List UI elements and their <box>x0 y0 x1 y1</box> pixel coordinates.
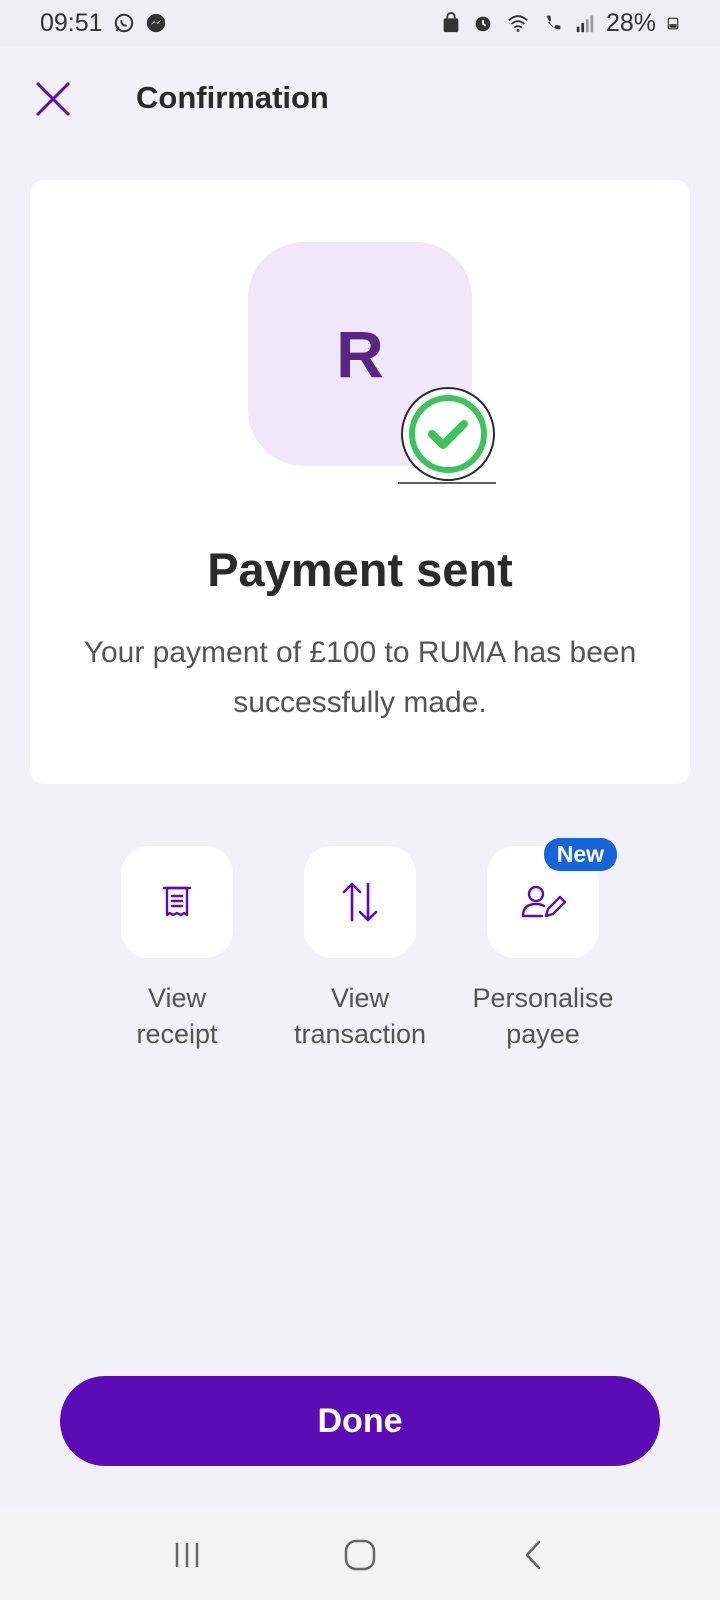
quick-actions: View receipt View transaction New Person… <box>0 838 720 1066</box>
recents-button[interactable] <box>157 1525 217 1585</box>
back-icon <box>526 1540 541 1570</box>
personalise-payee-button[interactable]: New Personalise payee <box>453 838 633 1052</box>
personalise-payee-label: Personalise payee <box>472 983 614 1049</box>
recents-icon <box>175 1543 198 1567</box>
transfer-arrows-icon <box>342 882 378 922</box>
home-button[interactable] <box>330 1525 390 1585</box>
view-receipt-tile[interactable] <box>121 846 233 958</box>
back-button[interactable] <box>503 1525 563 1585</box>
close-icon[interactable] <box>34 80 72 118</box>
avatar-letter: R <box>336 317 384 391</box>
whatsapp-icon <box>114 13 133 33</box>
battery-percentage: 28% <box>605 8 656 37</box>
payment-status-title: Payment sent <box>207 543 513 596</box>
view-receipt-button[interactable]: View receipt <box>87 846 267 1052</box>
done-button-label: Done <box>317 1401 403 1440</box>
confirmation-screen: 09:51 28% Confirmation R Payment sent Yo… <box>0 0 720 1600</box>
system-nav-bar <box>0 1510 720 1600</box>
done-button[interactable]: Done <box>60 1376 660 1466</box>
page-title: Confirmation <box>136 80 329 115</box>
success-check-icon <box>398 387 496 484</box>
edit-person-icon <box>521 885 567 918</box>
personalise-payee-tile[interactable]: New <box>487 838 617 958</box>
new-badge: New <box>543 838 617 871</box>
status-bar: 09:51 28% <box>0 0 720 46</box>
view-receipt-label: View receipt <box>136 983 218 1049</box>
view-transaction-button[interactable]: View transaction <box>270 846 450 1052</box>
status-left: 09:51 <box>40 9 167 38</box>
messenger-icon <box>146 13 165 33</box>
wifi-icon <box>508 15 528 32</box>
receipt-icon <box>162 886 192 917</box>
status-time: 09:51 <box>40 8 103 37</box>
header: Confirmation <box>0 72 720 126</box>
bag-icon <box>443 12 459 33</box>
alarm-icon <box>475 16 491 32</box>
home-icon <box>344 1539 376 1571</box>
payment-description: Your payment of £100 to RUMA has been su… <box>83 636 637 719</box>
view-transaction-tile[interactable] <box>304 846 416 958</box>
signal-icon <box>576 15 594 33</box>
wifi-calling-icon <box>546 15 561 30</box>
battery-icon <box>667 17 679 30</box>
confirmation-card: R Payment sent Your payment of £100 to R… <box>30 180 690 784</box>
status-right: 28% <box>440 9 680 38</box>
view-transaction-label: View transaction <box>293 983 427 1049</box>
